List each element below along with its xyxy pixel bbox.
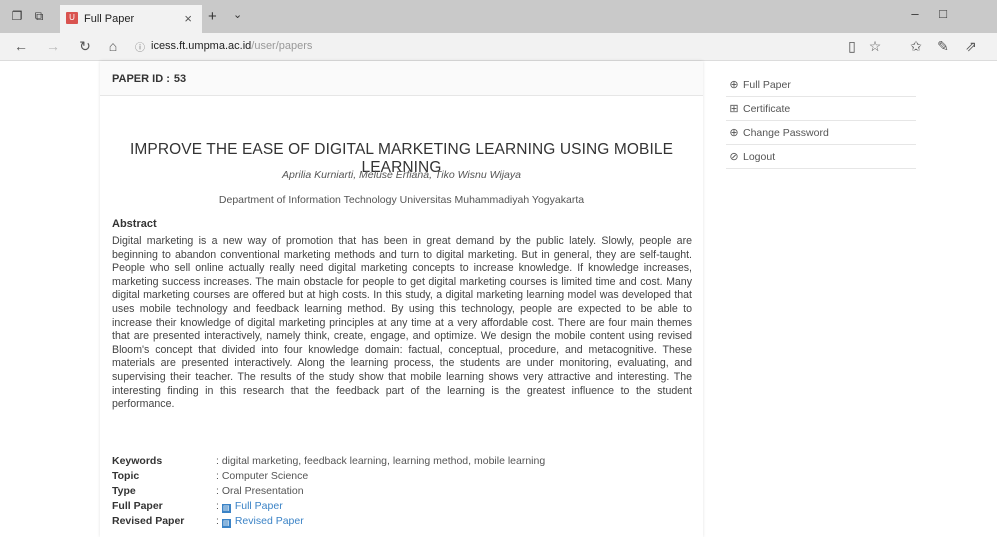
tab-favicon-icon: U: [66, 12, 78, 24]
url-path: /user/papers: [251, 40, 313, 52]
web-note-icon[interactable]: ✎: [934, 38, 952, 55]
user-sidebar-menu: ⊕ Full Paper ⊞ Certificate ⊕ Change Pass…: [726, 73, 916, 169]
full-paper-sep: :: [216, 500, 219, 512]
revised-paper-label: Revised Paper: [112, 515, 185, 527]
site-info-icon[interactable]: ⓘ: [135, 39, 145, 54]
full-paper-link[interactable]: ▤ Full Paper: [221, 500, 283, 513]
circle-arrow-icon: ⊕: [729, 79, 739, 91]
sidebar-item-label: Full Paper: [743, 79, 791, 91]
logout-icon: ⊘: [729, 151, 739, 163]
document-icon: ▤: [221, 519, 231, 528]
tab-close-icon[interactable]: ×: [184, 11, 192, 26]
back-icon[interactable]: ←: [12, 38, 30, 54]
revised-paper-link[interactable]: ▤ Revised Paper: [221, 515, 304, 528]
minimize-icon[interactable]: –: [900, 6, 930, 21]
browser-titlebar: ❐ ⧉ U Full Paper × + ⌄ – □: [0, 0, 997, 33]
tab-title: Full Paper: [84, 13, 135, 25]
topic-value: : Computer Science: [216, 470, 309, 482]
paper-authors: Aprilia Kurniarti, Meluse Erfiana, Tiko …: [282, 169, 521, 181]
paper-panel: PAPER ID :53 IMPROVE THE EASE OF DIGITAL…: [100, 61, 703, 537]
maximize-icon[interactable]: □: [928, 6, 958, 21]
reading-view-icon[interactable]: ▯: [843, 38, 861, 55]
forward-icon[interactable]: →: [44, 38, 62, 54]
revised-paper-value: : ▤ Revised Paper: [216, 515, 304, 528]
url-host: icess.ft.umpma.ac.id: [151, 40, 252, 52]
paper-id: PAPER ID :53: [112, 73, 186, 85]
paper-affiliation: Department of Information Technology Uni…: [218, 194, 585, 206]
abstract-heading: Abstract: [112, 218, 157, 230]
type-value: : Oral Presentation: [216, 485, 304, 497]
address-bar-row: ← → ↻ ⌂ ⓘ icess.ft.umpma.ac.id/user/pape…: [0, 33, 997, 61]
home-icon[interactable]: ⌂: [104, 38, 122, 54]
sidebar-item-label: Certificate: [743, 103, 791, 115]
certificate-icon: ⊞: [729, 103, 739, 115]
full-paper-link-text: Full Paper: [234, 500, 283, 512]
sidebar-item-logout[interactable]: ⊘ Logout: [726, 145, 916, 169]
revised-paper-sep: :: [216, 515, 219, 527]
refresh-icon[interactable]: ↻: [76, 38, 94, 55]
favorite-star-icon[interactable]: ☆: [866, 38, 884, 55]
tab-list-icon[interactable]: ❐: [10, 9, 24, 23]
revised-paper-link-text: Revised Paper: [234, 515, 304, 527]
url-text[interactable]: icess.ft.umpma.ac.id/user/papers: [151, 40, 312, 52]
sidebar-item-label: Logout: [743, 151, 776, 163]
browser-tab-active[interactable]: U Full Paper ×: [60, 5, 202, 33]
keywords-value: : digital marketing, feedback learning, …: [216, 455, 546, 467]
url-field[interactable]: ⓘ icess.ft.umpma.ac.id/user/papers: [135, 38, 855, 56]
document-icon: ▤: [221, 504, 231, 513]
circle-arrow-icon: ⊕: [729, 127, 739, 139]
favorites-hub-icon[interactable]: ✩: [907, 38, 925, 55]
topic-label: Topic: [112, 470, 140, 482]
paper-id-label: PAPER ID :: [112, 73, 170, 85]
type-label: Type: [112, 485, 136, 497]
full-paper-label: Full Paper: [112, 500, 163, 512]
sidebar-item-label: Change Password: [743, 127, 829, 139]
share-icon[interactable]: ⇗: [962, 38, 980, 55]
keywords-label: Keywords: [112, 455, 163, 467]
full-paper-value: : ▤ Full Paper: [216, 500, 283, 513]
set-aside-tabs-icon[interactable]: ⧉: [32, 9, 46, 23]
abstract-text: Digital marketing is a new way of promot…: [112, 235, 692, 411]
sidebar-item-change-password[interactable]: ⊕ Change Password: [726, 121, 916, 145]
sidebar-item-certificate[interactable]: ⊞ Certificate: [726, 97, 916, 121]
paper-id-value: 53: [173, 73, 187, 85]
new-tab-icon[interactable]: +: [208, 8, 217, 25]
paper-id-header: PAPER ID :53: [100, 61, 703, 96]
tab-preview-chevron-icon[interactable]: ⌄: [233, 8, 242, 21]
sidebar-item-full-paper[interactable]: ⊕ Full Paper: [726, 73, 916, 97]
